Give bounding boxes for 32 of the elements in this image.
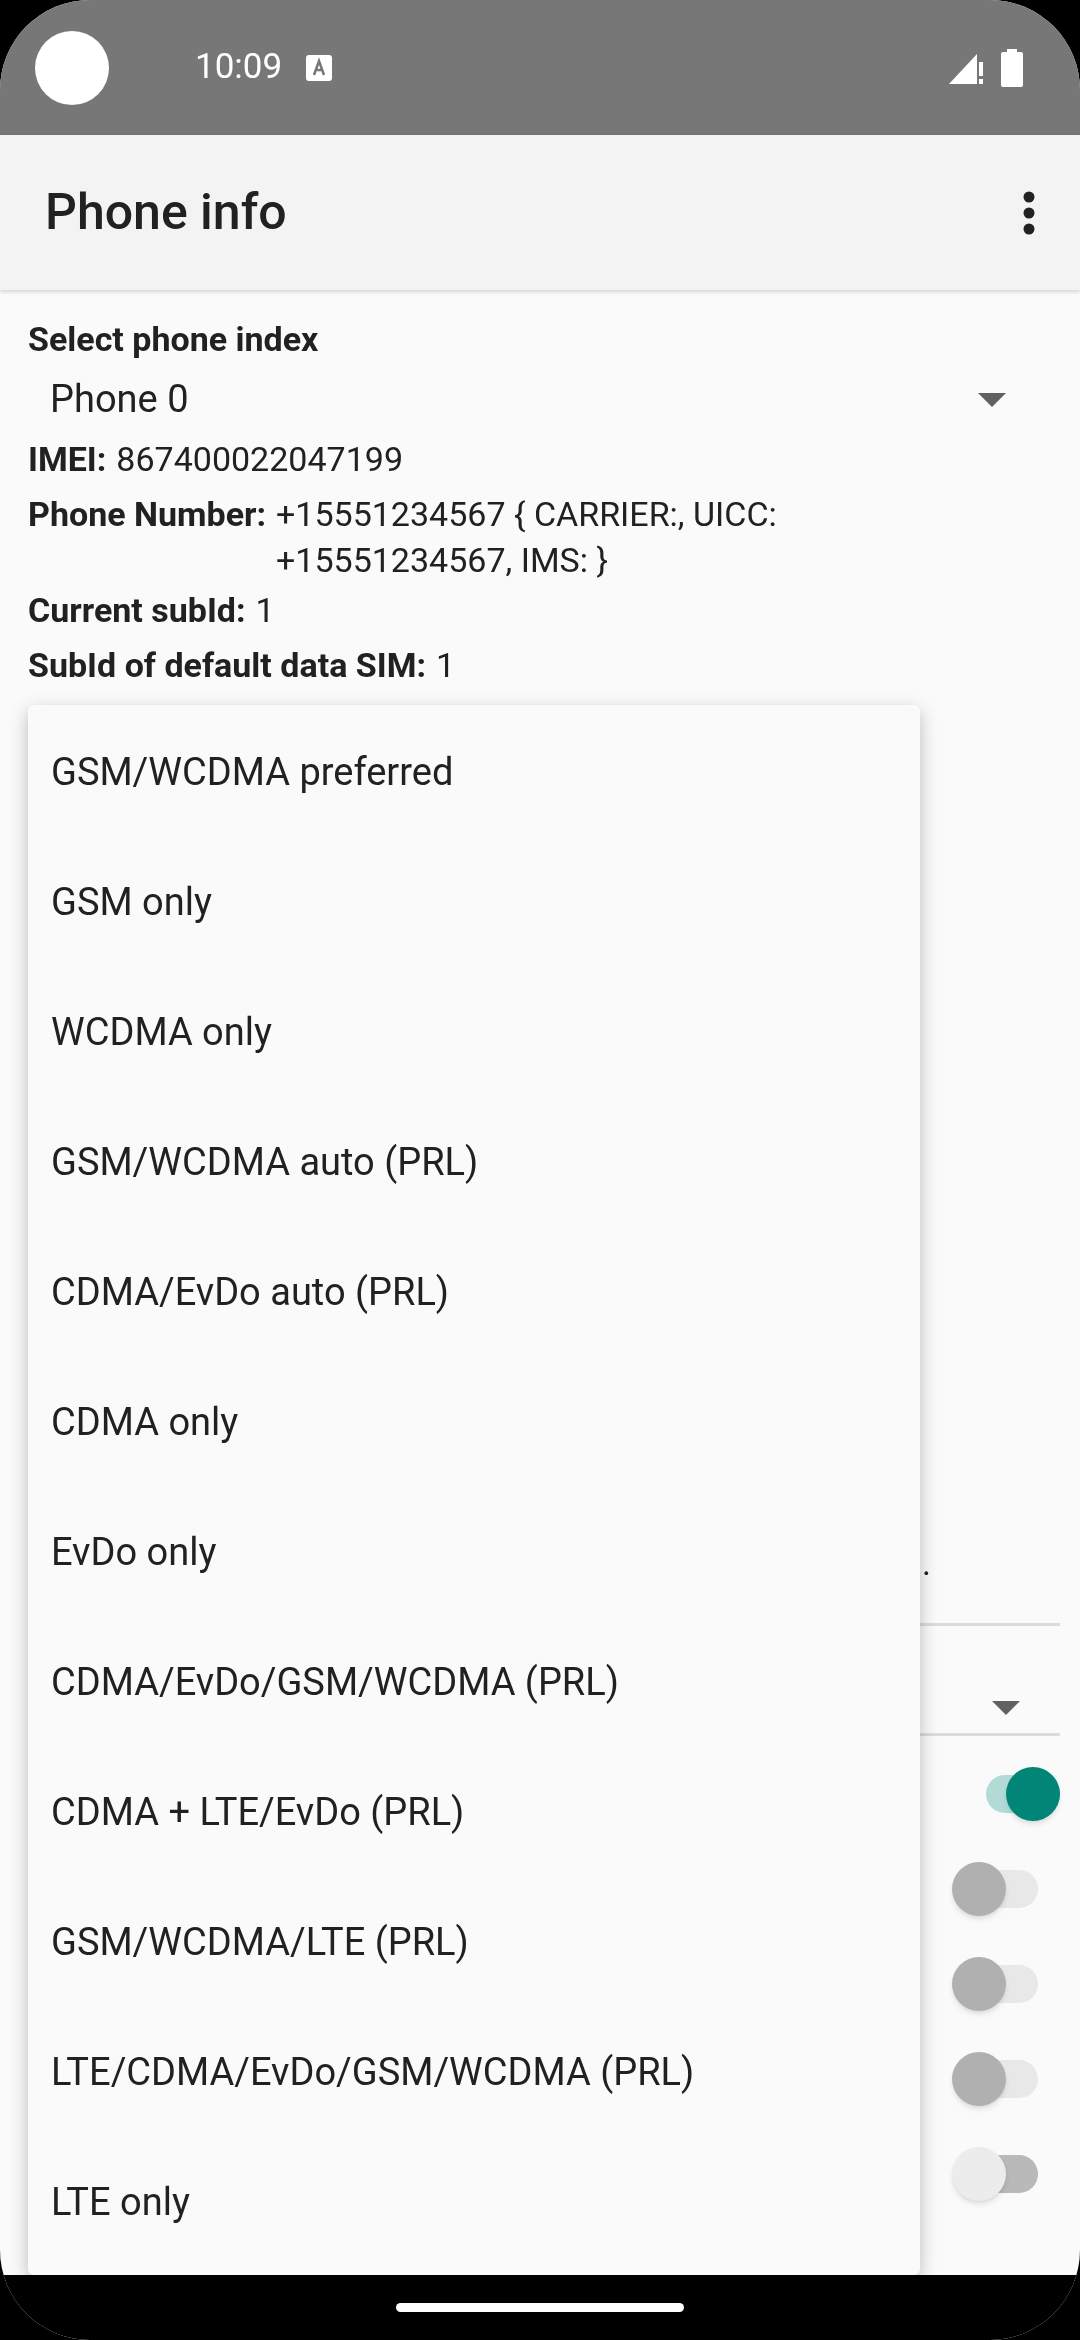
battery-icon bbox=[1001, 48, 1023, 87]
info-label: Phone Number: bbox=[28, 493, 267, 536]
menu-item[interactable]: CDMA/EvDo auto (PRL) bbox=[28, 1227, 920, 1357]
phone-index-label: Select phone index bbox=[28, 318, 320, 361]
menu-item[interactable]: CDMA + LTE/EvDo (PRL) bbox=[28, 1747, 920, 1877]
menu-item[interactable]: GSM/WCDMA preferred bbox=[28, 707, 920, 837]
more-options-icon[interactable] bbox=[1023, 190, 1035, 235]
info-value: 1 bbox=[436, 644, 456, 687]
info-label: SubId of default data SIM: bbox=[28, 644, 427, 687]
toggle-switch[interactable] bbox=[952, 2146, 1038, 2202]
menu-item[interactable]: GSM/WCDMA/LTE (PRL) bbox=[28, 1877, 920, 2007]
dropdown-arrow-icon bbox=[978, 392, 1006, 407]
text-tail: . bbox=[921, 1543, 932, 1583]
info-label: IMEI: bbox=[28, 438, 107, 481]
phone-index-dropdown[interactable]: Phone 0 bbox=[28, 367, 1018, 432]
app-title: Phone info bbox=[45, 182, 287, 243]
menu-item[interactable]: WCDMA only bbox=[28, 967, 920, 1097]
menu-item[interactable]: LTE only bbox=[28, 2137, 920, 2267]
dropdown-arrow-icon[interactable] bbox=[992, 1701, 1020, 1715]
menu-item[interactable]: EvDo only bbox=[28, 1487, 920, 1617]
info-label: Current subId: bbox=[28, 589, 246, 632]
menu-item[interactable]: CDMA only bbox=[28, 1357, 920, 1487]
menu-item[interactable]: LTE/CDMA/EvDo/GSM/WCDMA (PRL) bbox=[28, 2007, 920, 2137]
home-handle[interactable] bbox=[396, 2303, 684, 2312]
menu-item[interactable]: CDMA/EvDo/GSM/WCDMA (PRL) bbox=[28, 1617, 920, 1747]
info-value: +15551234567 { CARRIER:, UICC: +15551234567, IMS: } bbox=[276, 493, 778, 582]
info-value: 867400022047199 bbox=[116, 438, 403, 481]
clock: 10:09 bbox=[195, 45, 283, 90]
keyboard-notification-icon bbox=[306, 54, 333, 81]
menu-item[interactable]: GSM/WCDMA auto (PRL) bbox=[28, 1097, 920, 1227]
info-value: 1 bbox=[255, 589, 275, 632]
menu-item[interactable]: GSM only bbox=[28, 837, 920, 967]
